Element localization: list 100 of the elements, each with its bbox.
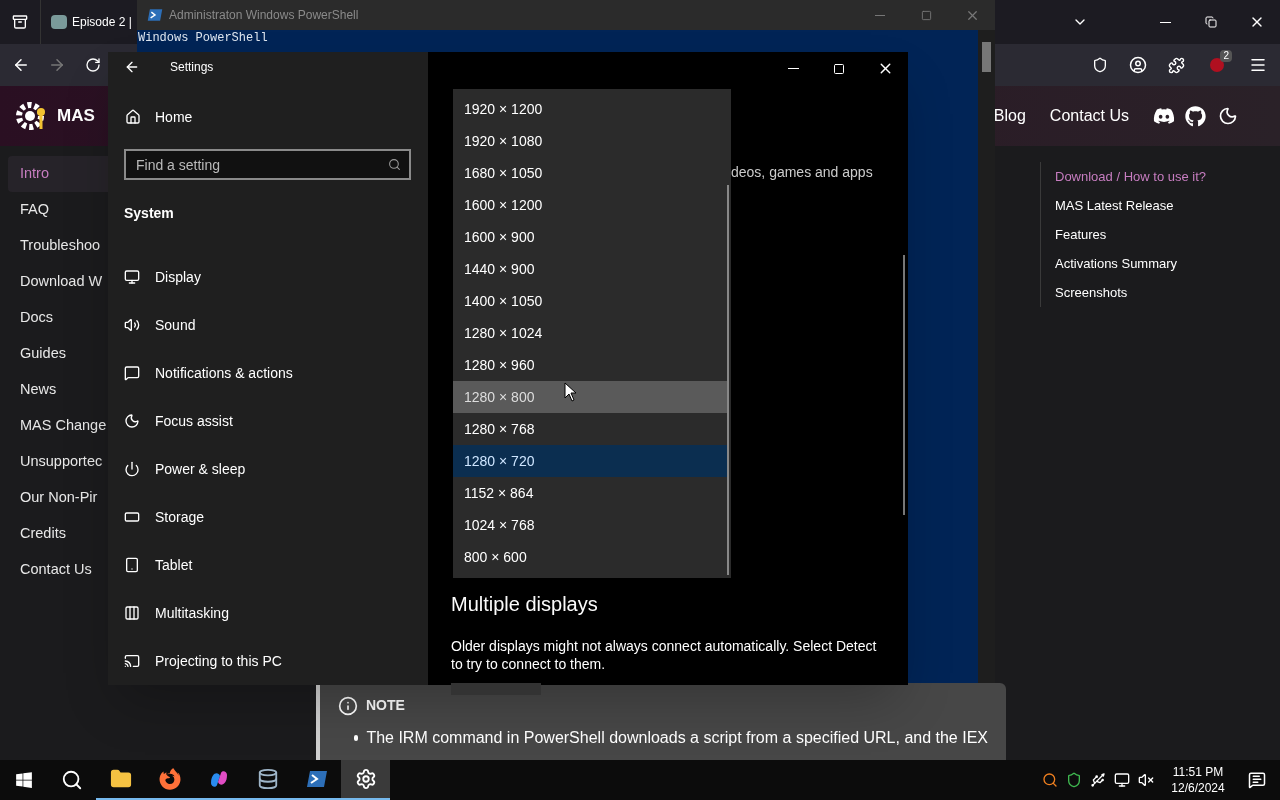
blocker-icon — [1210, 58, 1224, 72]
tab-title: Episode 2 | — [72, 14, 132, 31]
sidebar-link[interactable]: News — [8, 372, 108, 408]
dropdown-option[interactable]: 1680 × 1050 — [453, 157, 727, 189]
console-line: Windows PowerShell — [138, 31, 269, 45]
window-title: Administraton Windows PowerShell — [169, 7, 359, 24]
settings-nav-item[interactable]: Sound — [108, 301, 428, 349]
settings-nav-item[interactable]: Display — [108, 253, 428, 301]
sidebar-link[interactable]: FAQ — [8, 192, 108, 228]
maximize-icon — [920, 9, 932, 21]
section-heading: Multiple displays — [451, 592, 599, 617]
thumbnail-icon — [51, 15, 67, 29]
description-text: deos, games and apps — [731, 163, 873, 182]
toc-link[interactable]: Screenshots — [1055, 278, 1207, 307]
monitor-icon — [124, 269, 140, 285]
archive-icon — [12, 14, 28, 30]
tablet-icon — [124, 557, 140, 573]
description-text: Older displays might not always connect automatically. Select Detect to try to connect to them. — [451, 637, 878, 673]
bullet-icon — [354, 735, 359, 741]
toc-link[interactable]: Features — [1055, 220, 1207, 249]
menu-icon — [1249, 56, 1267, 74]
dropdown-option[interactable]: 1400 × 1050 — [453, 285, 727, 317]
columns-icon — [124, 605, 140, 621]
dropdown-option[interactable]: 1920 × 1080 — [453, 125, 727, 157]
restore-icon — [1205, 16, 1217, 28]
sidebar-link[interactable]: Docs — [8, 300, 108, 336]
dropdown-option[interactable]: 1280 × 800 — [453, 381, 727, 413]
settings-nav-item[interactable]: Multitasking — [108, 589, 428, 637]
site-name: MAS — [57, 105, 95, 128]
dropdown-option[interactable]: 1152 × 864 — [453, 477, 727, 509]
sidebar-link[interactable]: Unsupportec — [8, 444, 108, 480]
dropdown-option[interactable]: 1280 × 960 — [453, 349, 727, 381]
forward-icon — [48, 56, 66, 74]
sidebar-link[interactable]: Download W — [8, 264, 108, 300]
dropdown-option[interactable]: 1280 × 1024 — [453, 317, 727, 349]
dropdown-option[interactable]: 1440 × 900 — [453, 253, 727, 285]
settings-nav-item[interactable]: Notifications & actions — [108, 349, 428, 397]
speaker-icon — [124, 317, 140, 333]
sidebar-link[interactable]: Contact Us — [8, 552, 108, 588]
settings-nav-item[interactable]: Focus assist — [108, 397, 428, 445]
shield-icon[interactable] — [1066, 772, 1082, 788]
taskbar-app[interactable] — [341, 760, 390, 800]
blocker-button[interactable]: 2 — [1202, 50, 1232, 80]
projector-icon — [124, 653, 140, 669]
github-icon[interactable] — [1185, 105, 1206, 127]
nav-link[interactable]: Blog — [993, 104, 1026, 128]
reload-icon — [85, 57, 101, 73]
power-icon — [124, 461, 140, 477]
terminal-icon — [147, 7, 163, 23]
toc-link[interactable]: MAS Latest Release — [1055, 191, 1207, 220]
home-link[interactable]: Home — [125, 105, 428, 129]
minimize-icon — [787, 68, 799, 69]
home-icon — [125, 109, 141, 126]
speech-bubble-icon — [124, 365, 140, 381]
moon-icon[interactable] — [1218, 106, 1238, 126]
minimize-icon — [875, 14, 885, 16]
section-title: System — [124, 204, 175, 223]
scrollbar[interactable] — [903, 255, 905, 515]
shield-icon — [1092, 57, 1108, 73]
toc-link[interactable]: Download / How to use it? — [1055, 162, 1207, 191]
dropdown-option[interactable]: 1920 × 1200 — [453, 93, 727, 125]
scrollbar[interactable] — [978, 30, 995, 683]
sidebar-link[interactable]: Credits — [8, 516, 108, 552]
toc-link[interactable]: Activations Summary — [1055, 249, 1207, 278]
sidebar-link[interactable]: Intro — [8, 156, 108, 192]
settings-nav-item[interactable]: Tablet — [108, 541, 428, 589]
dropdown-option[interactable]: 800 × 600 — [453, 541, 727, 573]
muted-speaker-icon[interactable] — [1138, 772, 1154, 788]
moon-icon — [124, 413, 140, 429]
search-icon — [61, 769, 83, 791]
usb-icon[interactable] — [1090, 772, 1106, 788]
search-icon — [388, 158, 401, 171]
search-field[interactable]: Find a setting — [124, 149, 411, 180]
settings-nav-item[interactable]: Power & sleep — [108, 445, 428, 493]
nav-link[interactable]: Contact Us — [1049, 104, 1129, 128]
dropdown-option[interactable]: 1600 × 900 — [453, 221, 727, 253]
folder-icon — [109, 768, 132, 790]
search-icon[interactable] — [1042, 772, 1058, 788]
window-title: Settings — [170, 59, 214, 77]
sidebar-link[interactable]: Guides — [8, 336, 108, 372]
info-icon — [338, 695, 358, 716]
dropdown-option[interactable]: 1280 × 720 — [453, 445, 727, 477]
minimize-icon — [1159, 21, 1171, 23]
sidebar-link[interactable]: Troubleshoo — [8, 228, 108, 264]
sidebar-link[interactable]: MAS Change — [8, 408, 108, 444]
settings-nav-item[interactable]: Storage — [108, 493, 428, 541]
maximize-icon — [833, 62, 845, 75]
network-icon[interactable] — [1114, 772, 1130, 788]
windows-logo-icon — [15, 771, 33, 789]
extension-badge: 2 — [1220, 50, 1232, 62]
back-icon — [12, 56, 30, 74]
drive-icon — [124, 509, 140, 525]
dropdown-option[interactable]: 1600 × 1200 — [453, 189, 727, 221]
sidebar-link[interactable]: Our Non-Pir — [8, 480, 108, 516]
clock[interactable]: 11:51 PM 12/6/2024 — [1162, 760, 1234, 800]
dropdown-option[interactable]: 1024 × 768 — [453, 509, 727, 541]
dropdown-option[interactable]: 1280 × 768 — [453, 413, 727, 445]
note-title: NOTE — [366, 696, 405, 715]
settings-nav-item[interactable]: Projecting to this PC — [108, 637, 428, 685]
scrollbar[interactable] — [727, 185, 729, 575]
